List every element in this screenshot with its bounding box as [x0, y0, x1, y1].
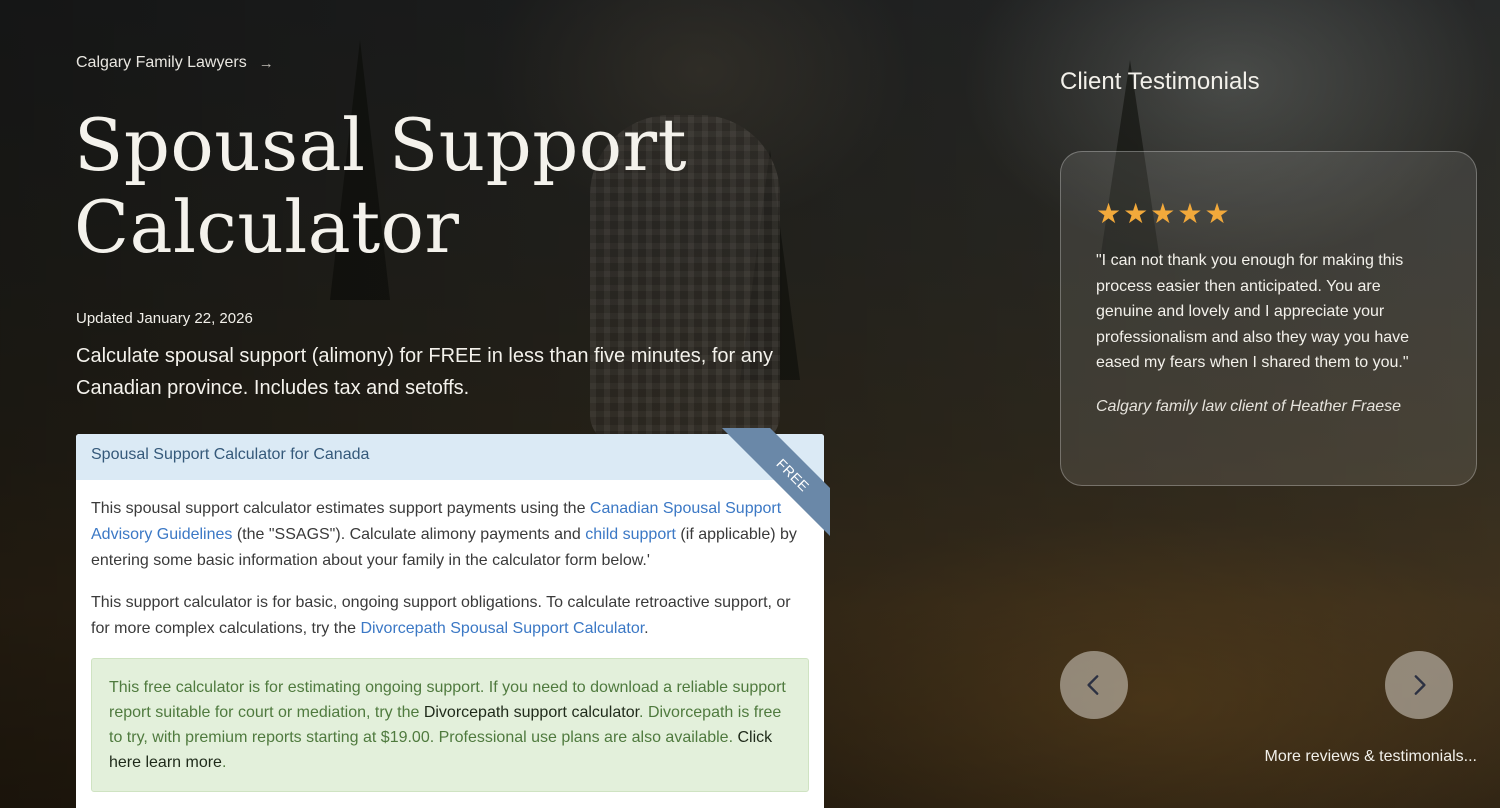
intro-text: Calculate spousal support (alimony) for … [76, 340, 836, 404]
testimonials-title: Client Testimonials [1060, 68, 1260, 95]
testimonial-quote: "I can not thank you enough for making t… [1096, 252, 1410, 371]
testimonial-card: ★ ★ ★ ★ ★ "I can not thank you enough fo… [1060, 151, 1477, 486]
breadcrumb-link[interactable]: Calgary Family Lawyers [76, 54, 247, 72]
testimonial-attribution: Calgary family law client of Heather Fra… [1096, 397, 1402, 415]
card-header: Spousal Support Calculator for Canada [76, 434, 824, 480]
star-icon: ★ [1177, 198, 1203, 229]
page-title-line2: Calculator [74, 185, 460, 269]
card-paragraph-2: This support calculator is for basic, on… [91, 590, 809, 642]
chevron-right-icon [1414, 675, 1426, 695]
page-title-line1: Spousal Support [74, 103, 687, 187]
free-ribbon-label: FREE [720, 428, 830, 540]
previous-testimonial-button[interactable] [1060, 651, 1128, 719]
notice-text: . [221, 754, 227, 771]
card-paragraph-1: This spousal support calculator estimate… [91, 496, 809, 574]
calculator-card: Spousal Support Calculator for Canada FR… [76, 428, 830, 808]
divorcepath-support-link[interactable]: Divorcepath support calculator [424, 704, 639, 721]
star-icon: ★ [1123, 198, 1149, 229]
chevron-left-icon [1087, 675, 1099, 695]
breadcrumb: Calgary Family Lawyers → [76, 54, 274, 72]
updated-date: Updated January 22, 2026 [76, 310, 253, 327]
child-support-link[interactable]: child support [585, 526, 676, 543]
star-icon: ★ [1096, 198, 1122, 229]
next-testimonial-button[interactable] [1385, 651, 1453, 719]
card-text: (the "SSAGS"). Calculate alimony payment… [232, 526, 586, 543]
arrow-right-icon: → [258, 54, 274, 72]
free-ribbon: FREE [718, 428, 830, 540]
card-body: This spousal support calculator estimate… [76, 480, 824, 792]
star-icon: ★ [1150, 198, 1176, 229]
info-notice: This free calculator is for estimating o… [91, 658, 809, 792]
divorcepath-calculator-link[interactable]: Divorcepath Spousal Support Calculator [360, 620, 644, 637]
page-title: Spousal Support Calculator [74, 104, 794, 268]
intro-line2: Canadian province. Includes tax and seto… [76, 377, 470, 399]
intro-line1: Calculate spousal support (alimony) for … [76, 345, 773, 367]
star-icon: ★ [1204, 198, 1230, 229]
card-text: . [644, 620, 649, 637]
more-reviews-link[interactable]: More reviews & testimonials... [1264, 748, 1477, 766]
star-rating: ★ ★ ★ ★ ★ [1096, 200, 1442, 228]
card-text: This spousal support calculator estimate… [91, 500, 590, 517]
